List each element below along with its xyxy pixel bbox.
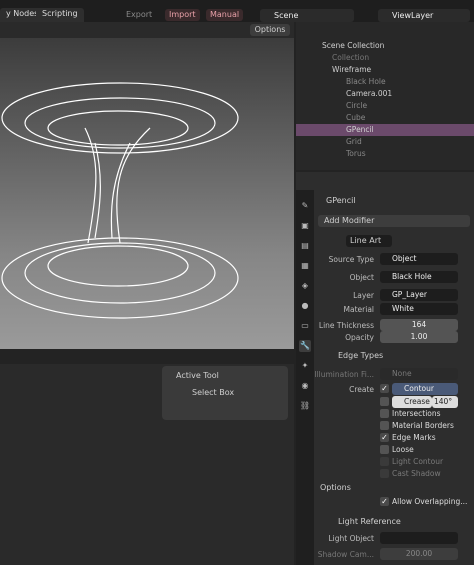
options-label: Options [320,483,351,492]
crease-checkbox[interactable] [380,397,389,406]
viewport-header: Options [0,22,294,38]
allow-overlap-label: Allow Overlapping... [392,497,468,506]
material-field[interactable]: White [380,303,458,315]
scene-field[interactable]: Scene [260,9,354,22]
properties-tabs: ✎ ▣ ▤ ▦ ◈ ● ▭ 🔧 ✦ ◉ ⛓ [296,190,314,565]
manual-button[interactable]: Manual [206,9,244,21]
world-tab-icon[interactable]: ● [299,300,311,312]
active-tool-panel: Active Tool Select Box [162,366,288,420]
outliner: Scene Collection Collection Wireframe Bl… [296,22,474,170]
3d-viewport[interactable] [0,38,294,349]
loose-label: Loose [392,445,414,454]
tool-tab-icon[interactable]: ✎ [299,200,311,212]
intersections-label: Intersections [392,409,441,418]
layer-field[interactable]: GP_Layer [380,289,458,301]
properties-panel: GPencil Add Modifier Line Art Source Typ… [296,172,474,565]
shadow-camera-value[interactable]: 200.00 [380,548,458,560]
collection-tab-icon[interactable]: ▭ [299,320,311,332]
outliner-gpencil[interactable]: GPencil [296,124,474,136]
import-button[interactable]: Import [165,9,200,21]
light-reference-header[interactable]: Light Reference [338,517,401,526]
light-object-field[interactable] [380,532,458,544]
object-name: GPencil [326,196,356,205]
select-box-label[interactable]: Select Box [192,388,234,397]
light-contour-checkbox[interactable] [380,457,389,466]
outliner-black-hole[interactable]: Black Hole [296,76,474,88]
edge-types-header[interactable]: Edge Types [338,351,383,360]
contour-checkbox[interactable]: ✓ [380,384,389,393]
active-tool-title: Active Tool [176,371,219,380]
output-tab-icon[interactable]: ▤ [299,240,311,252]
material-borders-label: Material Borders [392,421,454,430]
cast-shadow-label: Cast Shadow [392,469,441,478]
view-layer-tab-icon[interactable]: ▦ [299,260,311,272]
opacity-value[interactable]: 1.00 [380,331,458,343]
outliner-wireframe[interactable]: Wireframe [296,64,474,76]
crease-value[interactable]: 140° [432,396,458,408]
contour-dropdown[interactable]: Contour [392,383,458,395]
wormhole-wireframe [1,82,239,319]
cast-shadow-checkbox[interactable] [380,469,389,478]
top-bar: y Nodes Scripting Export Import Manual S… [0,0,474,22]
effects-tab-icon[interactable]: ✦ [299,360,311,372]
material-borders-checkbox[interactable] [380,421,389,430]
tab-scripting[interactable]: Scripting [36,8,84,22]
light-contour-label: Light Contour [392,457,444,466]
loose-checkbox[interactable] [380,445,389,454]
scene-tab-icon[interactable]: ◈ [299,280,311,292]
render-tab-icon[interactable]: ▣ [299,220,311,232]
outliner-scene-collection[interactable]: Scene Collection [296,40,474,52]
intersections-checkbox[interactable] [380,409,389,418]
modifier-name[interactable]: Line Art [346,235,392,247]
export-button[interactable]: Export [122,9,156,21]
constraints-tab-icon[interactable]: ⛓ [299,400,311,412]
object-field[interactable]: Black Hole [380,271,458,283]
illumination-dropdown[interactable]: None [380,368,458,380]
edge-marks-checkbox[interactable]: ✓ [380,433,389,442]
edge-marks-label: Edge Marks [392,433,436,442]
outliner-camera[interactable]: Camera.001 [296,88,474,100]
outliner-circle[interactable]: Circle [296,100,474,112]
outliner-cube[interactable]: Cube [296,112,474,124]
allow-overlap-checkbox[interactable]: ✓ [380,497,389,506]
options-button[interactable]: Options [250,24,290,36]
outliner-grid[interactable]: Grid [296,136,474,148]
add-modifier-button[interactable]: Add Modifier [318,215,470,227]
source-type-dropdown[interactable]: Object [380,253,458,265]
physics-tab-icon[interactable]: ◉ [299,380,311,392]
modifier-tab-icon[interactable]: 🔧 [299,340,311,352]
outliner-collection[interactable]: Collection [296,52,474,64]
crease-label[interactable]: Crease T [392,396,432,418]
outliner-torus[interactable]: Torus [296,148,474,160]
thickness-value[interactable]: 164 [380,319,458,331]
viewlayer-field[interactable]: ViewLayer [378,9,470,22]
